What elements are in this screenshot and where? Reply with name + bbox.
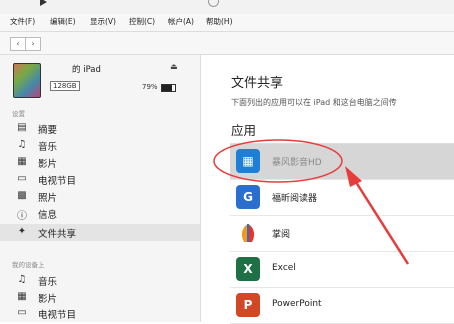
chevron-left-icon: ‹ [16,39,20,48]
sidebar-item-tv-shows[interactable]: ▭ 电视节目 [0,171,200,188]
camera-icon: ▩ [17,190,27,201]
battery-icon [161,84,176,92]
sidebar-item-device-films[interactable]: ▦ 影片 [0,289,200,306]
app-row-zhangyue[interactable]: 掌阅 [230,216,454,252]
back-button[interactable]: ‹ [10,37,26,51]
sidebar-item-info[interactable]: ⓘ 信息 [0,205,200,222]
page-title: 文件共享 [231,76,284,91]
app-name: 掌阅 [272,230,291,240]
sidebar-item-label: 照片 [38,193,58,204]
sidebar-item-device-music[interactable]: ♫ 音乐 [0,272,200,289]
forward-button[interactable]: › [25,37,41,51]
navigation-bar: ‹ › [0,32,454,55]
sidebar-item-label: 影片 [38,159,58,170]
app-name: PowerPoint [272,299,322,309]
sidebar-item-label: 音乐 [38,277,58,288]
top-toolbar [0,0,454,14]
file-sharing-icon: ✦ [17,226,27,237]
chevron-right-icon: › [31,39,35,48]
my-device-section-label: 我的设备上 [12,261,45,269]
sidebar-item-device-tv-shows[interactable]: ▭ 电视节目 [0,305,200,322]
music-icon: ♫ [17,274,27,285]
sidebar-item-label: 摘要 [38,125,58,136]
foxit-pdf-app-icon: G [236,185,260,209]
menu-file[interactable]: 文件(F) [10,16,35,27]
app-row-foxit[interactable]: G 福昕阅读器 [230,180,454,216]
info-icon: ⓘ [17,211,27,222]
sidebar-item-summary[interactable]: ▤ 摘要 [0,120,200,137]
sidebar-item-label: 信息 [38,210,58,221]
sidebar-item-photos[interactable]: ▩ 照片 [0,188,200,205]
sidebar-item-films[interactable]: ▦ 影片 [0,154,200,171]
tv-icon: ▭ [17,307,27,318]
page-description: 下面列出的应用可以在 iPad 和这台电脑之间传 [231,98,397,107]
app-row-excel[interactable]: X Excel [230,252,454,288]
sidebar-item-label: 文件共享 [38,229,77,240]
app-row-baofeng[interactable]: ▦ 暴风影音HD [230,144,454,180]
sidebar-item-music[interactable]: ♫ 音乐 [0,137,200,154]
menu-account[interactable]: 帐户(A) [168,16,194,27]
menu-edit[interactable]: 编辑(E) [50,16,76,27]
film-icon: ▦ [17,156,27,167]
menu-controls[interactable]: 控制(C) [129,16,155,27]
baofeng-app-icon: ▦ [236,149,260,173]
app-name: 暴风影音HD [272,158,322,168]
app-row-powerpoint[interactable]: P PowerPoint [230,288,454,324]
apps-heading: 应用 [231,123,257,138]
device-name: 的 iPad [72,65,101,75]
app-list: ▦ 暴风影音HD G 福昕阅读器 掌阅 X Excel P PowerPoint [230,143,454,324]
menu-bar: 文件(F) 编辑(E) 显示(V) 控制(C) 帐户(A) 帮助(H) [0,14,454,32]
powerpoint-app-icon: P [236,293,260,317]
film-icon: ▦ [17,291,27,302]
menu-view[interactable]: 显示(V) [90,16,116,27]
app-name: Excel [272,263,296,273]
app-name: 福昕阅读器 [272,194,318,204]
music-icon: ♫ [17,139,27,150]
sidebar-item-label: 电视节目 [38,310,77,321]
play-icon[interactable] [40,0,47,6]
battery-fill [162,85,173,91]
zhangyue-app-icon [236,221,260,245]
settings-section-label: 设置 [12,110,25,118]
capacity-badge: 128GB [50,81,80,91]
tv-icon: ▭ [17,173,27,184]
menu-help[interactable]: 帮助(H) [206,16,233,27]
excel-app-icon: X [236,257,260,281]
eject-icon[interactable]: ⏏ [170,62,178,71]
sidebar-item-label: 电视节目 [38,176,77,187]
sidebar-item-file-sharing[interactable]: ✦ 文件共享 [0,224,200,241]
battery-percentage: 79% [142,83,158,91]
summary-icon: ▤ [17,122,27,133]
sidebar-item-label: 影片 [38,294,58,305]
ipad-device-image [13,63,41,98]
sidebar-item-label: 音乐 [38,142,58,153]
